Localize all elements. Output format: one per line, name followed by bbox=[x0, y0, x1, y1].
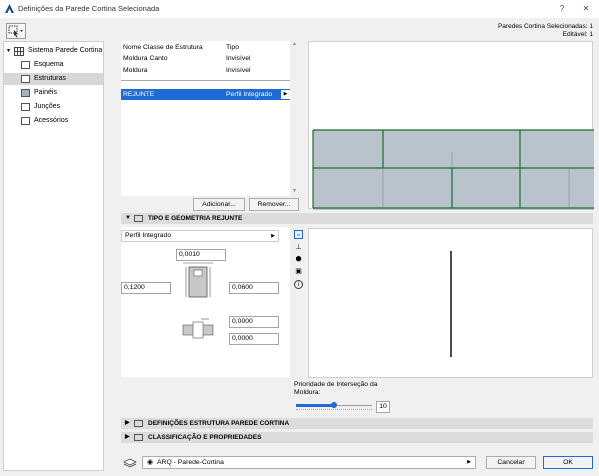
section-classification[interactable]: ▶ CLASSIFICAÇÃO E PROPRIEDADES bbox=[121, 432, 593, 443]
list-divider bbox=[121, 80, 290, 81]
column-header-type: Tipo bbox=[226, 44, 239, 51]
expand-icon[interactable]: ▶ bbox=[125, 432, 130, 443]
type-menu-arrow-icon[interactable]: ▶ bbox=[281, 90, 290, 99]
sidebar-item-paineis[interactable]: Painéis bbox=[4, 87, 103, 99]
sidebar-item-esquema[interactable]: Esquema bbox=[4, 59, 103, 71]
sidebar-item-estruturas[interactable]: Estruturas bbox=[4, 73, 103, 85]
info-icon[interactable]: i bbox=[294, 280, 303, 289]
settings-tree: ▾ Sistema Parede Cortina Esquema Estrutu… bbox=[3, 41, 104, 471]
frame-class-list[interactable]: Nome Classe de Estrutura Tipo Moldura Ca… bbox=[121, 41, 290, 196]
tree-root[interactable]: ▾ Sistema Parede Cortina bbox=[4, 45, 103, 57]
slider-ticks bbox=[296, 409, 372, 410]
ok-button[interactable]: OK bbox=[543, 456, 593, 469]
elevation-view-icon[interactable]: ▣ bbox=[294, 267, 303, 276]
depth-field[interactable]: 0,0010 bbox=[176, 249, 226, 261]
window-title: Definições da Parede Cortina Selecionada bbox=[18, 4, 160, 13]
list-scrollbar[interactable]: ▲ ▼ bbox=[290, 41, 299, 196]
curtain-wall-icon bbox=[14, 47, 24, 56]
footer: ◉ ARQ - Parede-Cortina ▶ Cancelar OK bbox=[118, 455, 596, 471]
layer-dropdown[interactable]: ◉ ARQ - Parede-Cortina ▶ bbox=[142, 456, 476, 469]
cancel-button[interactable]: Cancelar bbox=[486, 456, 536, 469]
offset-field-2[interactable]: 0,0000 bbox=[229, 333, 279, 345]
editable-count: Editável: 1 bbox=[562, 31, 593, 38]
section-view-icon[interactable]: ⊥ bbox=[294, 243, 303, 252]
list-item[interactable]: Moldura Canto Invisível bbox=[121, 53, 290, 64]
section-frame-settings[interactable]: ▶ DEFINIÇÕES ESTRUTURA PAREDE CORTINA bbox=[121, 418, 593, 429]
sidebar-item-juncoes[interactable]: Junções bbox=[4, 101, 103, 113]
section-classification-icon bbox=[134, 434, 143, 441]
item-name: Moldura Canto bbox=[123, 55, 168, 62]
3d-view-icon[interactable]: ⬢ bbox=[294, 255, 303, 264]
collapse-icon[interactable]: ▼ bbox=[125, 213, 131, 224]
sidebar-item-label: Estruturas bbox=[34, 75, 66, 82]
section-type-geometry[interactable]: ▼ TIPO E GEOMETRIA REJUNTE bbox=[121, 213, 593, 224]
scheme-icon bbox=[21, 61, 30, 69]
selected-count: Paredes Cortina Selecionadas: 1 bbox=[497, 23, 593, 30]
add-button[interactable]: Adicionar... bbox=[193, 198, 245, 211]
sidebar-item-label: Acessórios bbox=[34, 117, 69, 124]
item-type: Perfil Integrado bbox=[226, 91, 273, 98]
scroll-down-icon[interactable]: ▼ bbox=[292, 188, 297, 194]
list-item[interactable]: Moldura Invisível bbox=[121, 65, 290, 76]
remove-button[interactable]: Remover... bbox=[249, 198, 299, 211]
priority-label: Prioridade de Interseção da Moldura: bbox=[294, 381, 378, 396]
selection-info: Paredes Cortina Selecionadas: 1 Editável… bbox=[498, 23, 593, 39]
dropdown-arrow-icon: ▶ bbox=[271, 233, 275, 239]
dropdown-arrow-icon: ▶ bbox=[467, 459, 471, 465]
junction-icon bbox=[21, 103, 30, 111]
sidebar-item-label: Junções bbox=[34, 103, 61, 110]
sidebar-item-label: Painéis bbox=[34, 89, 57, 96]
priority-value-field[interactable]: 10 bbox=[376, 401, 390, 413]
archicad-icon bbox=[5, 4, 14, 13]
item-type: Invisível bbox=[226, 55, 251, 62]
section-frame-icon bbox=[134, 215, 143, 222]
offset-field-1[interactable]: 0,0000 bbox=[229, 316, 279, 328]
sidebar-item-acessorios[interactable]: Acessórios bbox=[4, 115, 103, 127]
column-header-name: Nome Classe de Estrutura bbox=[123, 44, 203, 51]
item-name: Moldura bbox=[123, 67, 148, 74]
favorites-icon bbox=[8, 25, 23, 38]
item-name: REJUNTE bbox=[123, 91, 155, 98]
section-title: CLASSIFICAÇÃO E PROPRIEDADES bbox=[148, 434, 262, 441]
layers-icon bbox=[123, 458, 137, 468]
slider-fill bbox=[296, 404, 334, 407]
section-title: TIPO E GEOMETRIA REJUNTE bbox=[148, 215, 243, 222]
offset-diagram bbox=[182, 318, 214, 339]
tree-root-label: Sistema Parede Cortina bbox=[28, 47, 103, 54]
section-settings-icon bbox=[134, 420, 143, 427]
curtain-wall-drawing bbox=[312, 129, 594, 210]
scroll-up-icon[interactable]: ▲ bbox=[292, 41, 297, 47]
curtain-wall-preview bbox=[308, 41, 594, 210]
section-title: DEFINIÇÕES ESTRUTURA PAREDE CORTINA bbox=[148, 420, 290, 427]
profile-type-dropdown[interactable]: Perfil Integrado ▶ bbox=[121, 230, 279, 242]
title-bar: Definições da Parede Cortina Selecionada… bbox=[0, 0, 599, 18]
list-item-selected[interactable]: REJUNTE Perfil Integrado ▶ bbox=[121, 89, 290, 100]
layer-name: ARQ - Parede-Cortina bbox=[157, 459, 224, 466]
width-right-field[interactable]: 0,0600 bbox=[229, 282, 279, 294]
accessory-icon bbox=[21, 117, 30, 125]
plan-view-icon[interactable]: ▫ bbox=[294, 230, 303, 239]
dropdown-value: Perfil Integrado bbox=[125, 232, 172, 239]
favorites-button[interactable] bbox=[6, 23, 26, 39]
expand-icon[interactable]: ▾ bbox=[7, 45, 10, 57]
list-header: Nome Classe de Estrutura Tipo bbox=[121, 42, 290, 53]
profile-section-diagram bbox=[183, 262, 213, 298]
sidebar-item-label: Esquema bbox=[34, 61, 64, 68]
help-button[interactable]: ? bbox=[550, 2, 574, 16]
panel-icon bbox=[21, 89, 30, 97]
width-left-field[interactable]: 0,1200 bbox=[121, 282, 171, 294]
expand-icon[interactable]: ▶ bbox=[125, 418, 130, 429]
priority-slider[interactable] bbox=[296, 401, 372, 410]
eye-icon: ◉ bbox=[147, 459, 154, 466]
profile-preview bbox=[308, 228, 593, 378]
item-type: Invisível bbox=[226, 67, 251, 74]
profile-preview-drawing bbox=[450, 251, 452, 357]
close-button[interactable]: ✕ bbox=[574, 2, 598, 16]
slider-thumb[interactable] bbox=[331, 402, 337, 408]
frame-icon bbox=[21, 75, 30, 83]
